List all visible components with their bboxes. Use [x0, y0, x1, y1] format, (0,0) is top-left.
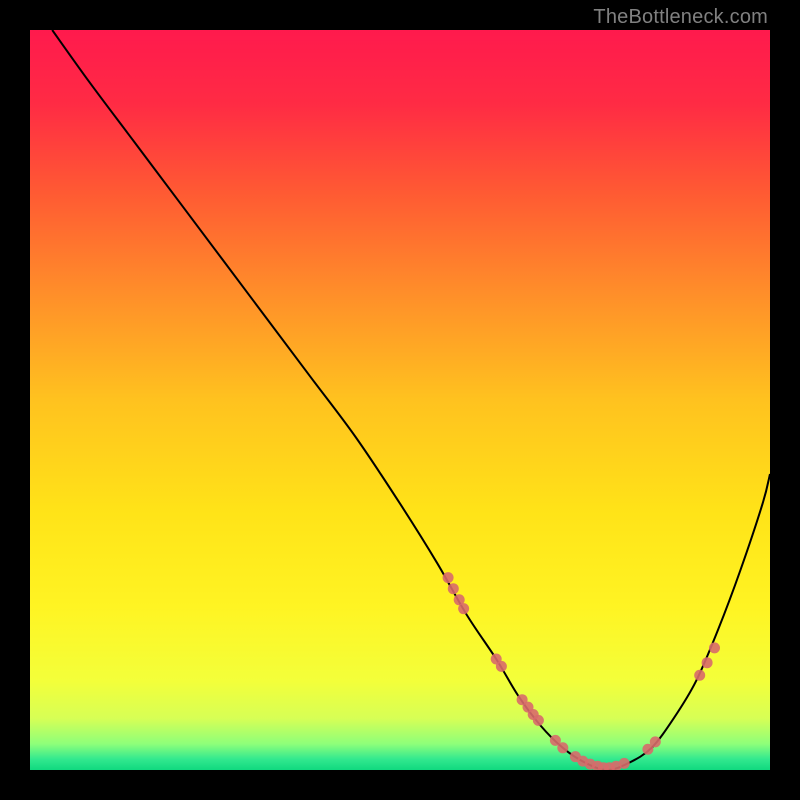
highlight-dot [557, 742, 568, 753]
highlight-dot [533, 715, 544, 726]
highlight-dot [443, 572, 454, 583]
highlight-dot [694, 670, 705, 681]
highlight-dot [650, 736, 661, 747]
plot-area [30, 30, 770, 770]
highlight-dot [496, 661, 507, 672]
watermark-text: TheBottleneck.com [593, 6, 768, 29]
bottleneck-curve [52, 30, 770, 770]
highlight-dot [448, 583, 459, 594]
highlight-dots [443, 572, 720, 770]
highlight-dot [709, 642, 720, 653]
highlight-dot [702, 657, 713, 668]
curve-and-points [30, 30, 770, 770]
highlight-dot [619, 758, 630, 769]
highlight-dot [458, 603, 469, 614]
